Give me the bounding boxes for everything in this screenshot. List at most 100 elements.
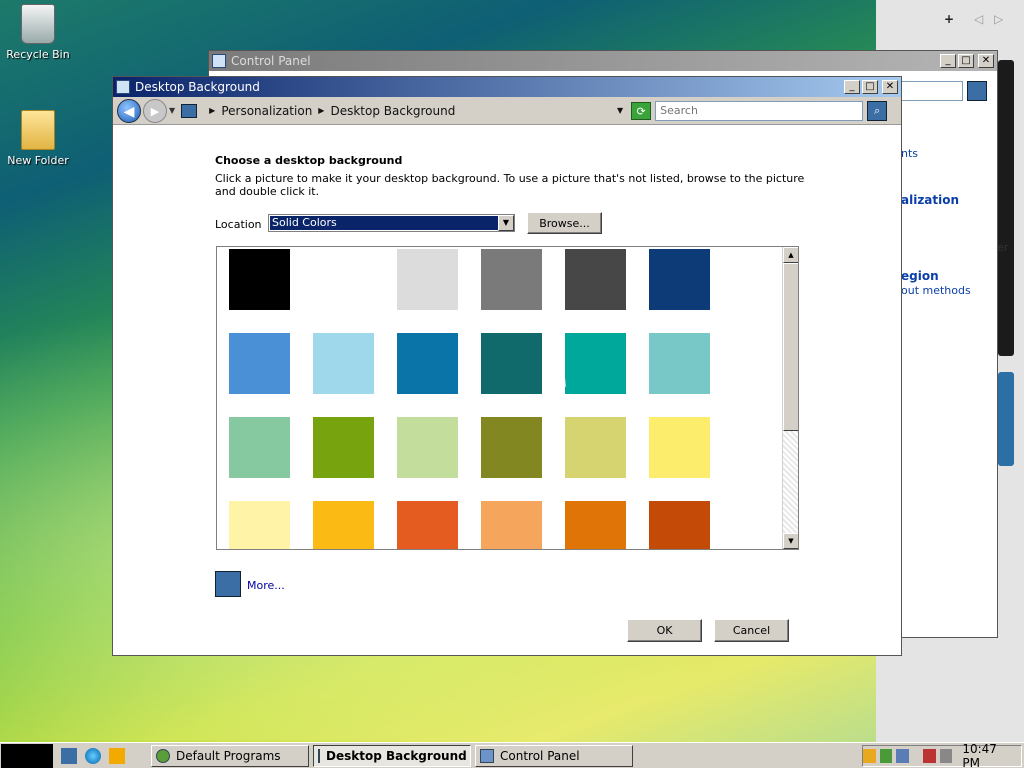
- color-swatch[interactable]: [649, 333, 710, 394]
- desktop-icon-recycle-bin[interactable]: Recycle Bin: [0, 4, 76, 61]
- scroll-down-icon[interactable]: ▼: [783, 533, 798, 549]
- task-label: Control Panel: [500, 748, 580, 763]
- color-swatch[interactable]: [313, 333, 374, 394]
- color-swatch[interactable]: [397, 333, 458, 394]
- control-panel-search-input[interactable]: [899, 81, 963, 101]
- cancel-button[interactable]: Cancel: [714, 619, 789, 642]
- desktop-icon-new-folder[interactable]: New Folder: [0, 110, 76, 167]
- refresh-icon[interactable]: ⟳: [631, 101, 652, 120]
- control-panel-titlebar[interactable]: Control Panel _ □ ✕: [209, 51, 997, 71]
- close-icon[interactable]: ✕: [882, 80, 898, 94]
- desktop-background-titlebar[interactable]: Desktop Background _ □ ✕: [113, 77, 901, 97]
- security-check-icon[interactable]: [879, 748, 893, 763]
- folder-icon: [21, 110, 55, 150]
- forward-arrow-icon[interactable]: ▶: [143, 98, 167, 123]
- desktop-icon-label: New Folder: [7, 154, 69, 167]
- scroll-thumb[interactable]: [783, 263, 798, 431]
- color-swatch[interactable]: [313, 501, 374, 549]
- clock[interactable]: 10:47 PM: [962, 742, 1013, 768]
- breadcrumb-arrow-icon[interactable]: ▶: [318, 106, 324, 115]
- maximize-icon[interactable]: □: [958, 54, 974, 68]
- breadcrumb-desktop-background[interactable]: Desktop Background: [330, 104, 455, 118]
- color-swatch[interactable]: [481, 417, 542, 478]
- color-swatch[interactable]: [649, 501, 710, 549]
- media-player-icon[interactable]: [109, 747, 125, 764]
- cp-link-fragment[interactable]: nts: [901, 147, 918, 160]
- sidebar-add-button[interactable]: +: [944, 12, 954, 26]
- cp-link-fragment[interactable]: egion: [901, 269, 939, 283]
- color-swatch[interactable]: [313, 417, 374, 478]
- back-arrow-icon[interactable]: ◀: [117, 98, 141, 123]
- volume-muted-icon[interactable]: [939, 748, 953, 763]
- address-dropdown-icon[interactable]: ▼: [617, 106, 623, 115]
- color-swatch[interactable]: [565, 249, 626, 310]
- minimize-icon[interactable]: _: [940, 54, 956, 68]
- color-swatch[interactable]: [565, 333, 626, 394]
- task-desktop-background[interactable]: Desktop Background: [313, 744, 471, 767]
- color-swatch[interactable]: [481, 333, 542, 394]
- location-select[interactable]: Solid Colors ▼: [268, 214, 515, 232]
- cp-link-fragment[interactable]: out methods: [901, 284, 971, 297]
- chevron-down-icon[interactable]: ▼: [498, 215, 514, 231]
- maximize-icon[interactable]: □: [862, 80, 878, 94]
- chevron-down-icon[interactable]: ▼: [169, 106, 175, 115]
- security-shield-icon[interactable]: [862, 748, 876, 763]
- sidebar-next-button[interactable]: ▷: [994, 12, 1003, 26]
- network-icon[interactable]: [896, 748, 909, 763]
- breadcrumb-arrow-icon[interactable]: ▶: [209, 106, 215, 115]
- internet-explorer-icon[interactable]: [85, 747, 101, 764]
- scroll-up-icon[interactable]: ▲: [783, 247, 798, 263]
- color-swatch[interactable]: [481, 501, 542, 549]
- control-panel-search-icon[interactable]: [967, 81, 987, 101]
- color-swatch[interactable]: [229, 417, 290, 478]
- search-input[interactable]: [655, 100, 864, 121]
- color-swatch[interactable]: [313, 249, 374, 310]
- task-control-panel[interactable]: Control Panel: [475, 744, 633, 767]
- close-icon[interactable]: ✕: [978, 54, 994, 68]
- control-panel-icon: [212, 54, 226, 68]
- show-desktop-icon[interactable]: [61, 747, 77, 764]
- window-title: Desktop Background: [135, 80, 260, 94]
- location-label: Location: [215, 218, 262, 231]
- sidebar-prev-button[interactable]: ◁: [974, 12, 983, 26]
- default-programs-icon: [156, 748, 170, 763]
- desktop-background-window[interactable]: Desktop Background _ □ ✕ ◀ ▶ ▼ ▶ Persona…: [112, 76, 902, 656]
- browse-button[interactable]: Browse...: [527, 212, 602, 234]
- color-swatch[interactable]: [481, 249, 542, 310]
- vertical-scrollbar[interactable]: ▲ ▼: [782, 247, 798, 549]
- gadget-frame: [998, 60, 1014, 356]
- start-button[interactable]: [1, 743, 53, 768]
- desktop-background-icon: [116, 80, 130, 94]
- instructions-text: Click a picture to make it your desktop …: [215, 172, 805, 198]
- cp-link-fragment[interactable]: er: [997, 241, 1008, 254]
- task-label: Default Programs: [176, 748, 281, 763]
- gadget-frame: [998, 372, 1014, 466]
- color-swatch[interactable]: [397, 417, 458, 478]
- desktop-icon-label: Recycle Bin: [6, 48, 70, 61]
- color-swatch[interactable]: [649, 249, 710, 310]
- task-default-programs[interactable]: Default Programs: [151, 744, 309, 767]
- page-title: Choose a desktop background: [215, 154, 403, 167]
- taskbar: Default Programs Desktop Background Cont…: [0, 742, 1024, 768]
- breadcrumb-personalization[interactable]: Personalization: [221, 104, 312, 118]
- more-colors-link[interactable]: More...: [247, 579, 285, 592]
- search-icon[interactable]: ⌕: [867, 100, 888, 121]
- more-colors-swatch[interactable]: [215, 571, 241, 597]
- network-disconnected-icon[interactable]: [922, 748, 936, 763]
- system-tray: 10:47 PM: [862, 742, 1022, 768]
- color-swatch[interactable]: [565, 417, 626, 478]
- address-bar[interactable]: ▶ Personalization ▶ Desktop Background ▼: [181, 100, 630, 121]
- color-swatch[interactable]: [397, 249, 458, 310]
- color-swatch[interactable]: [229, 333, 290, 394]
- color-swatch[interactable]: [565, 501, 626, 549]
- desktop-background-icon: [318, 748, 320, 763]
- color-swatch[interactable]: [229, 249, 290, 310]
- minimize-icon[interactable]: _: [844, 80, 860, 94]
- color-swatch[interactable]: [229, 501, 290, 549]
- recycle-bin-icon: [21, 4, 55, 44]
- ok-button[interactable]: OK: [627, 619, 702, 642]
- color-swatch[interactable]: [649, 417, 710, 478]
- color-swatch[interactable]: [397, 501, 458, 549]
- location-select-value: Solid Colors: [270, 216, 498, 230]
- cp-link-fragment[interactable]: alization: [901, 193, 959, 207]
